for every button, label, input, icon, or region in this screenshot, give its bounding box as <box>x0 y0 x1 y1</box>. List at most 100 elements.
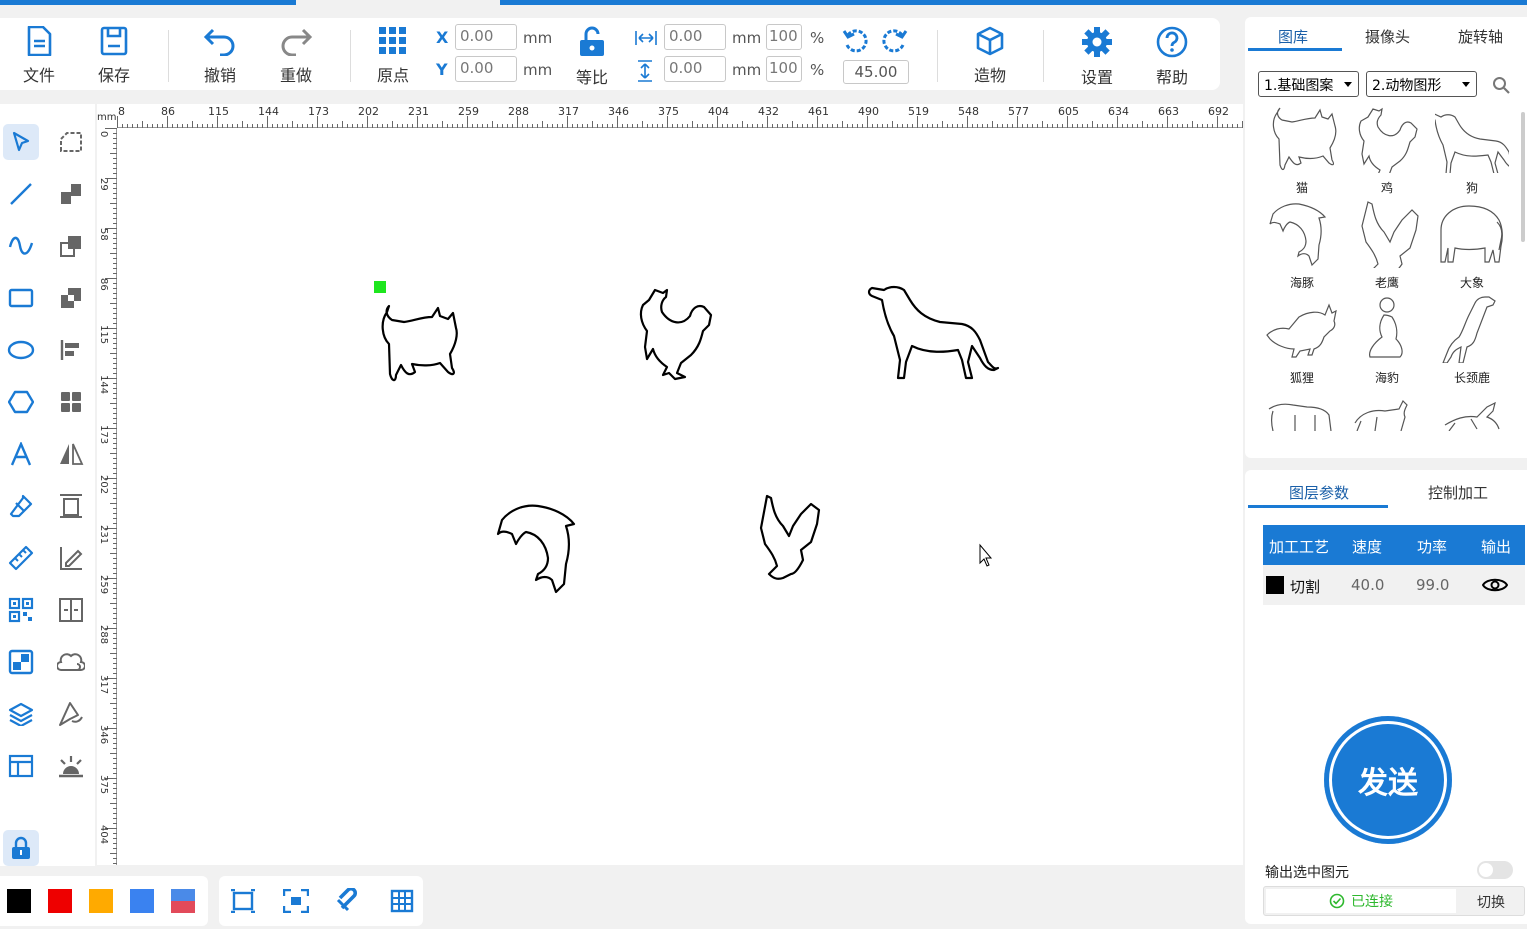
search-icon[interactable] <box>1492 76 1510 94</box>
layer-color-swatch[interactable] <box>1266 576 1284 594</box>
fit-view-button[interactable] <box>229 887 257 915</box>
rotate-ccw-icon[interactable] <box>842 27 870 55</box>
library-item-giraffe[interactable]: 长颈鹿 <box>1431 295 1513 387</box>
ellipse-tool[interactable] <box>3 332 39 368</box>
output-selected-toggle[interactable] <box>1477 861 1513 879</box>
align-tool[interactable] <box>53 332 89 368</box>
origin-button[interactable]: 原点 <box>362 26 424 86</box>
pen-tool[interactable] <box>53 696 89 732</box>
laser-tool[interactable] <box>53 748 89 784</box>
library-item-eagle[interactable]: 老鹰 <box>1346 200 1428 292</box>
group-tool[interactable] <box>53 384 89 420</box>
category1-select[interactable]: 1.基础图案 <box>1258 71 1359 97</box>
tab-active-underline <box>1248 505 1388 508</box>
polygon-tool[interactable] <box>3 384 39 420</box>
layers-tool[interactable] <box>3 696 39 732</box>
y-label: Y <box>436 60 448 79</box>
eagle-shape[interactable] <box>759 494 821 580</box>
library-item-dolphin[interactable]: 海豚 <box>1261 200 1343 292</box>
line-tool[interactable] <box>3 176 39 212</box>
save-button[interactable]: 保存 <box>83 26 145 86</box>
library-scrollbar[interactable] <box>1521 112 1525 242</box>
width-input[interactable]: 0.00 <box>664 24 726 50</box>
dog-thumbnail <box>1435 113 1509 173</box>
help-button[interactable]: 帮助 <box>1141 26 1203 87</box>
proportional-button[interactable]: 等比 <box>561 26 623 87</box>
library-item-seal[interactable]: 海豹 <box>1346 295 1428 387</box>
boolean-intersect-tool[interactable] <box>53 280 89 316</box>
x-input[interactable]: 0.00 <box>455 24 517 50</box>
color-orange-swatch[interactable] <box>89 889 113 913</box>
offset-icon <box>57 653 85 671</box>
curve-tool[interactable] <box>3 228 39 264</box>
laser-icon <box>59 756 83 778</box>
y-input[interactable]: 0.00 <box>455 56 517 82</box>
split-tool[interactable] <box>53 592 89 628</box>
tab-library[interactable]: 图库 <box>1278 26 1308 47</box>
line-icon <box>10 183 32 205</box>
height-unit: mm <box>732 61 762 79</box>
color-red-swatch[interactable] <box>48 889 72 913</box>
height-percent-input[interactable]: 100 <box>766 56 802 82</box>
animal-name: 狐狸 <box>1289 371 1314 385</box>
redo-button[interactable]: 重做 <box>265 26 327 86</box>
text-tool[interactable] <box>3 436 39 472</box>
rectangle-tool[interactable] <box>3 280 39 316</box>
subtract-icon <box>60 236 81 257</box>
animal-name: 鸡 <box>1380 181 1393 195</box>
library-item-cat[interactable]: 猫 <box>1261 105 1343 197</box>
color-gradient-swatch[interactable] <box>171 889 195 913</box>
height-input[interactable]: 0.00 <box>664 56 726 82</box>
cat-shape[interactable] <box>381 304 458 382</box>
design-canvas[interactable]: 8 86 115 144 173 202 231 259 288 317 346… <box>97 104 1243 865</box>
undo-button[interactable]: 撤销 <box>189 26 251 86</box>
switch-button[interactable]: 切换 <box>1458 892 1524 912</box>
boolean-union-tool[interactable] <box>53 176 89 212</box>
library-item-dog[interactable]: 狗 <box>1431 105 1513 197</box>
mirror-tool[interactable] <box>53 436 89 472</box>
offset-tool[interactable] <box>53 644 89 680</box>
eye-icon[interactable] <box>1482 576 1508 594</box>
rooster-shape[interactable] <box>639 288 713 381</box>
build-button[interactable]: 造物 <box>959 26 1021 86</box>
send-button[interactable]: 发送 <box>1324 716 1452 844</box>
library-item-fox[interactable]: 狐狸 <box>1261 295 1343 387</box>
measure-tool[interactable] <box>3 540 39 576</box>
dolphin-shape[interactable] <box>496 504 576 594</box>
grid-button[interactable] <box>388 887 416 915</box>
align-left-icon <box>60 340 79 360</box>
layout-tool[interactable] <box>3 748 39 784</box>
cursor-icon <box>12 131 30 152</box>
qrcode-tool[interactable] <box>3 592 39 628</box>
color-blue-swatch[interactable] <box>130 889 154 913</box>
resize-tool[interactable] <box>53 488 89 524</box>
sign-tool[interactable] <box>53 540 89 576</box>
width-percent-input[interactable]: 100 <box>766 24 802 50</box>
settings-button[interactable]: 设置 <box>1066 26 1128 87</box>
library-item-elephant[interactable]: 大象 <box>1431 200 1513 292</box>
width-unit: mm <box>732 29 762 47</box>
lock-tool[interactable] <box>3 830 39 866</box>
select-tool[interactable] <box>3 124 39 160</box>
layer-row[interactable]: 切割 40.0 99.0 <box>1263 565 1525 605</box>
tab-camera[interactable]: 摄像头 <box>1365 26 1410 47</box>
layer-panel: 图层参数 控制加工 加工工艺 速度 功率 输出 切割 40.0 99.0 发送 … <box>1245 470 1527 924</box>
rotate-angle-input[interactable]: 45.00 <box>843 60 909 84</box>
image-tool[interactable] <box>3 644 39 680</box>
tab-machining-control[interactable]: 控制加工 <box>1428 482 1488 503</box>
boolean-subtract-tool[interactable] <box>53 228 89 264</box>
tab-layer-params[interactable]: 图层参数 <box>1289 482 1349 503</box>
library-item-chicken[interactable]: 鸡 <box>1346 105 1428 197</box>
dog-shape[interactable] <box>867 285 1000 380</box>
progress-bar <box>0 0 1527 5</box>
magnet-button[interactable] <box>335 887 363 915</box>
rotate-cw-icon[interactable] <box>880 27 908 55</box>
fit-selection-button[interactable] <box>282 887 310 915</box>
tab-rotary-axis[interactable]: 旋转轴 <box>1458 26 1503 47</box>
eraser-tool[interactable] <box>3 488 39 524</box>
file-button[interactable]: 文件 <box>8 26 70 86</box>
file-icon <box>27 26 52 56</box>
color-black-swatch[interactable] <box>7 889 31 913</box>
node-edit-tool[interactable] <box>53 124 89 160</box>
category2-select[interactable]: 2.动物图形 <box>1366 71 1477 97</box>
